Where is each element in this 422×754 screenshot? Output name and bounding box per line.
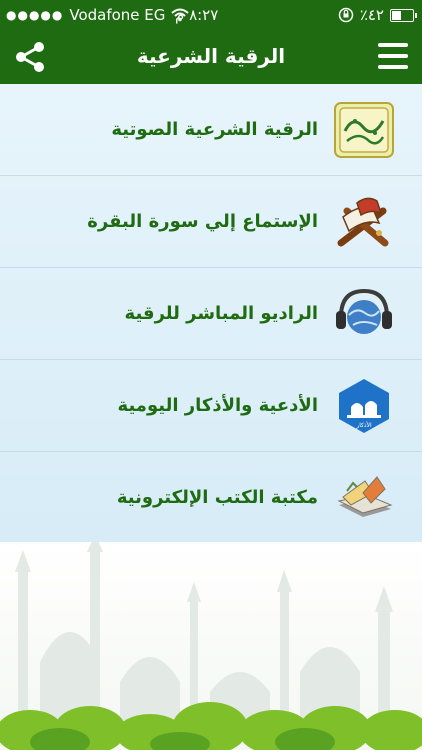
carrier-name: Vodafone EG [69,6,166,24]
status-right: ٪٤٢ [338,6,417,24]
mosque-silhouette-illustration [0,534,422,754]
list-item-label: الإستماع إلي سورة البقرة [87,211,318,232]
mosque-badge-icon: الأذكار [332,374,396,438]
quran-stand-icon [332,190,396,254]
list-item-label: الأدعية والأذكار اليومية [117,395,318,416]
battery-percent: ٪٤٢ [359,6,384,24]
menu-list: الرقية الشرعية الصوتية الإستماع إلي سورة… [0,84,422,544]
list-item-label: الراديو المباشر للرقية [124,303,318,324]
list-item-live-radio[interactable]: الراديو المباشر للرقية [0,268,422,360]
navigation-bar: الرقية الشرعية [0,30,422,84]
list-item-label: الرقية الشرعية الصوتية [111,119,318,140]
list-item-surat-albaqara[interactable]: الإستماع إلي سورة البقرة [0,176,422,268]
roqya-emblem-icon [332,98,396,162]
azkar-badge-text: الأذكار [355,421,372,429]
list-item-ebooks-library[interactable]: مكتبة الكتب الإلكترونية [0,452,422,544]
status-time: ٨:٢٧ م [175,6,219,24]
list-item-roqya-audio[interactable]: الرقية الشرعية الصوتية [0,84,422,176]
headphones-globe-icon [332,282,396,346]
status-bar: ●●●●● Vodafone EG ٨:٢٧ م ٪٤٢ [0,0,422,30]
list-item-label: مكتبة الكتب الإلكترونية [116,487,318,508]
background-scenery [0,534,422,754]
battery-icon [390,8,417,22]
hamburger-menu-icon[interactable] [378,43,408,69]
orientation-lock-icon [338,7,354,23]
list-item-daily-azkar[interactable]: الأدعية والأذكار اليومية الأذكار [0,360,422,452]
books-icon [332,466,396,530]
status-left: ●●●●● Vodafone EG [6,6,190,24]
page-title: الرقية الشرعية [136,44,286,68]
signal-strength-icon: ●●●●● [6,8,64,22]
